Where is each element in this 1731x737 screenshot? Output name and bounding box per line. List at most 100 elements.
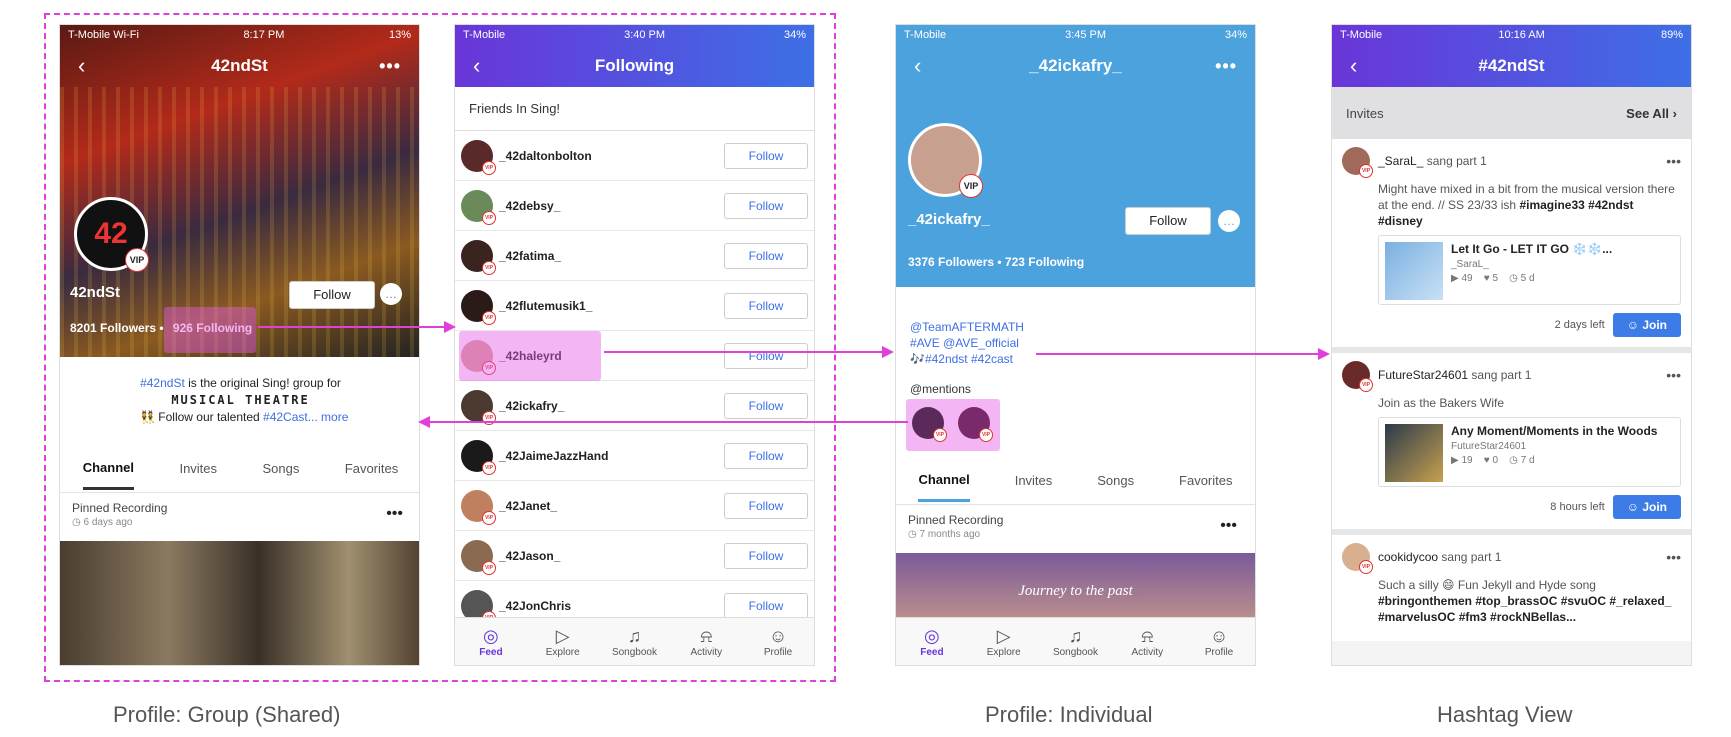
tab-channel[interactable]: Channel	[918, 460, 970, 502]
list-item[interactable]: VIP _42flutemusik1_ Follow	[455, 281, 814, 331]
more-icon[interactable]: •••	[1215, 56, 1237, 77]
more-link[interactable]: ... more	[308, 410, 349, 424]
back-icon[interactable]: ‹	[1350, 53, 1357, 79]
nav-songbook[interactable]: ♫ Songbook	[1045, 625, 1105, 658]
followers-count[interactable]: 3376 Followers	[908, 255, 994, 269]
list-item[interactable]: VIP _42fatima_ Follow	[455, 231, 814, 281]
list-item[interactable]: VIP _42Janet_ Follow	[455, 481, 814, 531]
bio-hashtag[interactable]: #42ndSt	[140, 376, 185, 390]
bio-line1[interactable]: @TeamAFTERMATH	[910, 319, 1241, 335]
more-icon[interactable]: •••	[1666, 549, 1681, 565]
tab-songs[interactable]: Songs	[262, 461, 299, 476]
follow-button[interactable]: Follow	[724, 292, 808, 319]
mentions-label: @mentions	[910, 382, 971, 396]
vip-badge: VIP	[1359, 378, 1373, 392]
nav-feed[interactable]: ◎ Feed	[461, 625, 521, 658]
invite-user[interactable]: cookidycoo	[1378, 550, 1438, 564]
play-icon: ▶	[1451, 455, 1459, 466]
nav-profile[interactable]: ☺ Profile	[748, 625, 808, 658]
list-item[interactable]: VIP _42haleyrd Follow	[455, 331, 814, 381]
following-count[interactable]: 723 Following	[1005, 255, 1084, 269]
tab-favorites[interactable]: Favorites	[1179, 473, 1232, 488]
follow-button[interactable]: Follow	[724, 392, 808, 419]
follow-button[interactable]: Follow	[724, 492, 808, 519]
invite-card[interactable]: VIP _SaraL_ sang part 1 ••• Might have mix…	[1332, 139, 1691, 353]
list-item[interactable]: VIP _42daltonbolton Follow	[455, 131, 814, 181]
bottom-nav: ◎ Feed ▷ Explore ♫ Songbook ⍾ Activity ☺ Prof…	[896, 617, 1255, 665]
arrow-head	[418, 416, 430, 428]
bio-cast-tag[interactable]: #42Cast	[263, 410, 308, 424]
nav-activity[interactable]: ⍾ Activity	[676, 625, 736, 658]
invite-user[interactable]: FutureStar24601	[1378, 368, 1468, 382]
follow-button[interactable]: Follow	[289, 281, 375, 309]
pinned-recording[interactable]: Pinned Recording ◷ 6 days ago •••	[60, 493, 419, 541]
join-button[interactable]: ☺ Join	[1612, 313, 1681, 337]
nav-songbook[interactable]: ♫ Songbook	[604, 625, 664, 658]
more-icon[interactable]: •••	[386, 505, 403, 523]
tab-invites[interactable]: Invites	[179, 461, 217, 476]
song-card[interactable]: Any Moment/Moments in the Woods FutureSta…	[1378, 417, 1681, 487]
chat-icon[interactable]: …	[1218, 210, 1240, 232]
follow-button[interactable]: Follow	[724, 342, 808, 369]
tab-invites[interactable]: Invites	[1015, 473, 1053, 488]
follow-button[interactable]: Follow	[1125, 207, 1211, 235]
more-icon[interactable]: •••	[1666, 153, 1681, 169]
see-all-link[interactable]: See All ›	[1626, 106, 1677, 121]
avatar[interactable]: VIP	[1342, 361, 1373, 392]
back-icon[interactable]: ‹	[78, 53, 85, 79]
username: _42Jason_	[499, 548, 561, 563]
clock-icon: ◷	[1509, 273, 1518, 284]
nav-label: Feed	[479, 647, 503, 658]
avatar[interactable]: VIP	[958, 407, 993, 442]
invite-tags[interactable]: #bringonthemen #top_brassOC #svuOC #_rel…	[1378, 594, 1671, 624]
avatar: VIP	[461, 539, 496, 575]
nav-feed[interactable]: ◎ Feed	[902, 625, 962, 658]
invite-card[interactable]: VIP cookidycoo sang part 1 ••• Such a sill…	[1332, 535, 1691, 641]
back-icon[interactable]: ‹	[914, 53, 921, 79]
pinned-recording[interactable]: Pinned Recording ◷ 7 months ago •••	[896, 505, 1255, 553]
nav-activity[interactable]: ⍾ Activity	[1117, 625, 1177, 658]
more-icon[interactable]: •••	[379, 56, 401, 77]
user-avatar[interactable]: VIP	[908, 123, 983, 198]
highlight-following	[164, 307, 256, 353]
nav-profile[interactable]: ☺ Profile	[1189, 625, 1249, 658]
more-icon[interactable]: •••	[1666, 367, 1681, 383]
follow-button[interactable]: Follow	[724, 592, 808, 619]
back-icon[interactable]: ‹	[473, 53, 480, 79]
chat-icon[interactable]: …	[380, 283, 402, 305]
caption-individual: Profile: Individual	[985, 702, 1153, 727]
avatar[interactable]: VIP	[1342, 543, 1373, 574]
avatar[interactable]: VIP	[1342, 147, 1373, 178]
songbook-icon: ♫	[627, 626, 642, 646]
nav-explore[interactable]: ▷ Explore	[533, 625, 593, 658]
join-button[interactable]: ☺ Join	[1612, 495, 1681, 519]
list-item[interactable]: VIP _42ickafry_ Follow	[455, 381, 814, 431]
vip-badge: VIP	[482, 310, 496, 325]
list-item[interactable]: VIP _42Jason_ Follow	[455, 531, 814, 581]
nav-explore[interactable]: ▷ Explore	[974, 625, 1034, 658]
bio-line2[interactable]: #AVE @AVE_official	[910, 335, 1241, 351]
feed-icon: ◎	[483, 626, 499, 646]
pinned-video[interactable]	[60, 541, 419, 665]
follow-button[interactable]: Follow	[724, 242, 808, 269]
avatar[interactable]: VIP	[912, 407, 947, 442]
plays: 49	[1461, 273, 1473, 284]
followers-count[interactable]: 8201 Followers	[70, 321, 156, 335]
tab-channel[interactable]: Channel	[82, 448, 135, 490]
list-item[interactable]: VIP _42debsy_ Follow	[455, 181, 814, 231]
song-card[interactable]: Let It Go - LET IT GO ❄️❄️... _SaraL_ ▶ 49…	[1378, 235, 1681, 305]
more-icon[interactable]: •••	[1220, 517, 1237, 535]
tab-songs[interactable]: Songs	[1097, 473, 1134, 488]
invite-user[interactable]: _SaraL_	[1378, 154, 1423, 168]
follow-button[interactable]: Follow	[724, 192, 808, 219]
follow-button[interactable]: Follow	[724, 442, 808, 469]
nav-label: Explore	[986, 647, 1021, 658]
username: _42JaimeJazzHand	[499, 448, 609, 463]
follow-button[interactable]: Follow	[724, 142, 808, 169]
list-item[interactable]: VIP _42JaimeJazzHand Follow	[455, 431, 814, 481]
tab-favorites[interactable]: Favorites	[345, 461, 398, 476]
vip-badge: VIP	[1359, 164, 1373, 178]
invite-card[interactable]: VIP FutureStar24601 sang part 1 ••• Join a…	[1332, 353, 1691, 535]
follow-button[interactable]: Follow	[724, 542, 808, 569]
group-avatar[interactable]: 42 VIP	[74, 197, 149, 272]
